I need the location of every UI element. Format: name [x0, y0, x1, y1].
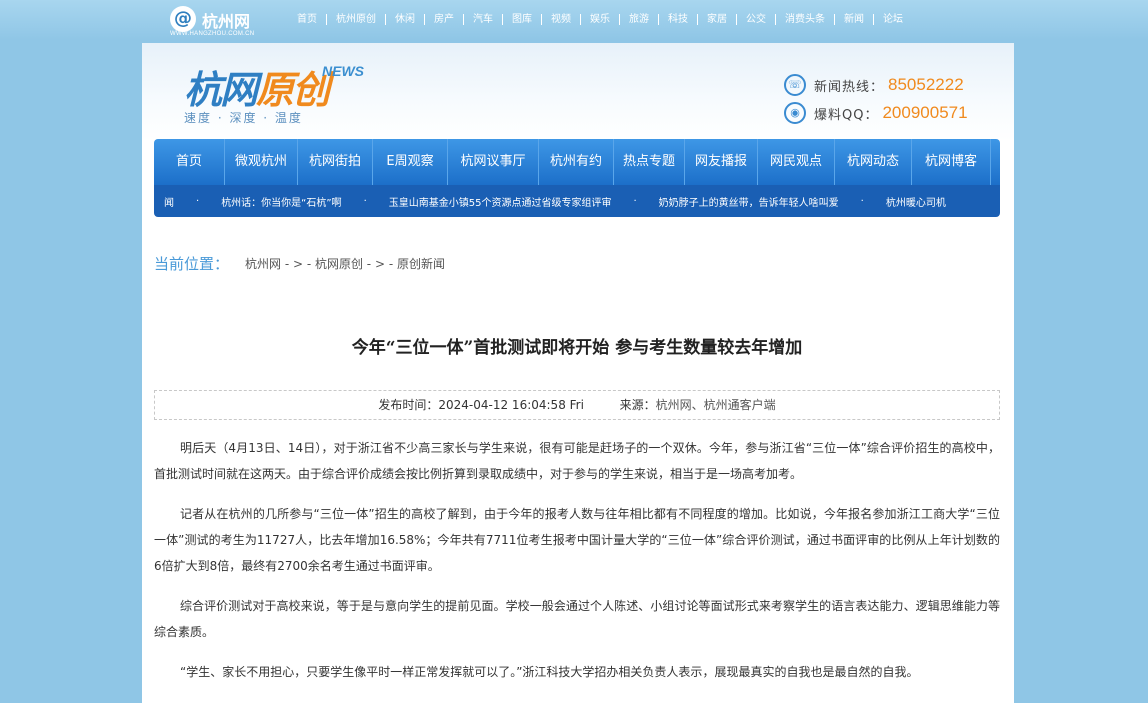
ticker-separator: ·: [196, 195, 200, 207]
brand-logo[interactable]: 杭网原创: [184, 59, 330, 114]
qq-penguin-icon: ◉: [784, 102, 806, 124]
article-paragraph: 记者从在杭州的几所参与“三位一体”招生的高校了解到，由于今年的报考人数与往年相比…: [154, 507, 1000, 573]
topnav-item[interactable]: 图库: [502, 13, 541, 25]
qq-contact: ◉ 爆料QQ： 200900571: [784, 101, 1004, 125]
article-body: 明后天（4月13日、14日），对于浙江省不少高三家长与学生来说，很有可能是赶场子…: [154, 435, 1000, 699]
site-topbar: @ 杭州网 WWW.HANGZHOU.COM.CN 首页 杭州原创 休闲 房产 汽车 图库…: [0, 0, 1148, 40]
ticker-item[interactable]: 杭州话：你当你是“石杭”啊: [221, 194, 341, 209]
article-paragraph: 明后天（4月13日、14日），对于浙江省不少高三家长与学生来说，很有可能是赶场子…: [154, 441, 1000, 481]
mainnav-item[interactable]: 杭网议事厅: [448, 139, 539, 185]
logo-text: 杭州网: [202, 14, 251, 31]
source-value[interactable]: 杭州网、杭州通客户端: [656, 398, 776, 412]
main-navigation: 首页 微观杭州 杭网街拍 E周观察 杭网议事厅 杭州有约 热点专题 网友播报 网民观点 杭网动态杭…: [154, 139, 1000, 185]
site-logo[interactable]: @ 杭州网 WWW.HANGZHOU.COM.CN: [168, 4, 260, 38]
article-meta: 发布时间：2024-04-12 16:04:58 Fri 来源：杭州网、杭州通客…: [154, 390, 1000, 420]
article-paragraph: 综合评价测试对于高校来说，等于是与意向学生的提前见面。学校一般会通过个人陈述、小…: [154, 599, 1000, 639]
topnav-item[interactable]: 休闲: [385, 13, 424, 25]
qq-number: 200900571: [882, 103, 968, 122]
article-title: 今年“三位一体”首批测试即将开始 参与考生数量较去年增加: [351, 338, 803, 358]
breadcrumb: 当前位置： 杭州网 - > - 杭网原创 - > - 原创新闻: [154, 253, 445, 274]
qq-label: 爆料QQ：: [814, 107, 879, 123]
topnav-item[interactable]: 科技: [658, 13, 697, 25]
mainnav-item[interactable]: 杭网动态: [835, 139, 912, 185]
brand-text: 杭网: [184, 70, 258, 112]
topnav-item[interactable]: 杭州原创: [326, 13, 385, 25]
phone-icon: ☏: [784, 74, 806, 96]
topnav-item[interactable]: 公交: [736, 13, 775, 25]
logo-domain: WWW.HANGZHOU.COM.CN: [170, 31, 255, 37]
topnav-item[interactable]: 视频: [541, 13, 580, 25]
ticker-item[interactable]: 闻: [164, 194, 174, 209]
topnav-item[interactable]: 首页: [288, 14, 326, 25]
topnav-item[interactable]: 汽车: [463, 13, 502, 25]
hotline: ☏ 新闻热线： 85052222: [784, 73, 1004, 97]
hotline-number: 85052222: [888, 75, 964, 94]
topnav-item[interactable]: 家居: [697, 13, 736, 25]
breadcrumb-path[interactable]: 杭州网 - > - 杭网原创 - > - 原创新闻: [245, 255, 445, 272]
slogan: 速度 · 深度 · 温度: [184, 111, 303, 125]
mainnav-item[interactable]: 热点专题: [614, 139, 685, 185]
hotline-label: 新闻热线：: [814, 79, 885, 95]
mainnav-item[interactable]: 杭网博客: [912, 139, 991, 185]
page-container: 杭网原创 NEWS 速度 · 深度 · 温度 ☏ 新闻热线： 85052222 …: [142, 43, 1014, 703]
header-banner: 杭网原创 NEWS 速度 · 深度 · 温度 ☏ 新闻热线： 85052222 …: [142, 43, 1014, 141]
mainnav-item[interactable]: 微观杭州: [225, 139, 298, 185]
ticker-separator: ·: [860, 195, 864, 207]
mainnav-item[interactable]: 杭网街拍: [298, 139, 373, 185]
mainnav-item[interactable]: 杭州有约: [539, 139, 614, 185]
mainnav-item[interactable]: 首页: [154, 139, 225, 185]
brand-news-tag: NEWS: [322, 63, 364, 79]
topnav-item[interactable]: 论坛: [873, 13, 912, 25]
topnav-item[interactable]: 消费头条: [775, 13, 834, 25]
ticker-separator: ·: [363, 195, 367, 207]
source-label: 来源：: [619, 398, 656, 412]
ticker-item[interactable]: 奶奶脖子上的黄丝带，告诉年轻人啥叫爱: [659, 194, 839, 209]
ticker-separator: ·: [633, 195, 637, 207]
ticker-item[interactable]: 玉皇山南基金小镇55个资源点通过省级专家组评审: [389, 194, 612, 209]
mainnav-item[interactable]: 网民观点: [758, 139, 835, 185]
ticker-item[interactable]: 杭州暖心司机: [886, 194, 946, 209]
brand-accent-text: 原创: [256, 70, 330, 112]
article-paragraph: “学生、家长不用担心，只要学生像平时一样正常发挥就可以了。”浙江科技大学招办相关…: [180, 665, 919, 679]
logo-swirl-icon: @: [170, 6, 196, 32]
top-navigation: 首页 杭州原创 休闲 房产 汽车 图库 视频 娱乐 旅游 科技 家居 公交 消费头条 新闻 论坛: [288, 11, 912, 27]
ticker-track: 闻 · 杭州话：你当你是“石杭”啊 · 玉皇山南基金小镇55个资源点通过省级专家组评审 ·…: [164, 185, 946, 217]
topnav-item[interactable]: 旅游: [619, 13, 658, 25]
mainnav-item[interactable]: E周观察: [373, 139, 448, 185]
news-ticker: 闻 · 杭州话：你当你是“石杭”啊 · 玉皇山南基金小镇55个资源点通过省级专家组评审 ·…: [154, 185, 1000, 217]
topnav-item[interactable]: 娱乐: [580, 13, 619, 25]
topnav-item[interactable]: 新闻: [834, 13, 873, 25]
topnav-item[interactable]: 房产: [424, 13, 463, 25]
mainnav-item[interactable]: 网友播报: [685, 139, 758, 185]
publish-time-label: 发布时间：: [378, 398, 439, 412]
publish-time: 2024-04-12 16:04:58 Fri: [438, 398, 584, 412]
breadcrumb-label: 当前位置：: [154, 255, 230, 273]
